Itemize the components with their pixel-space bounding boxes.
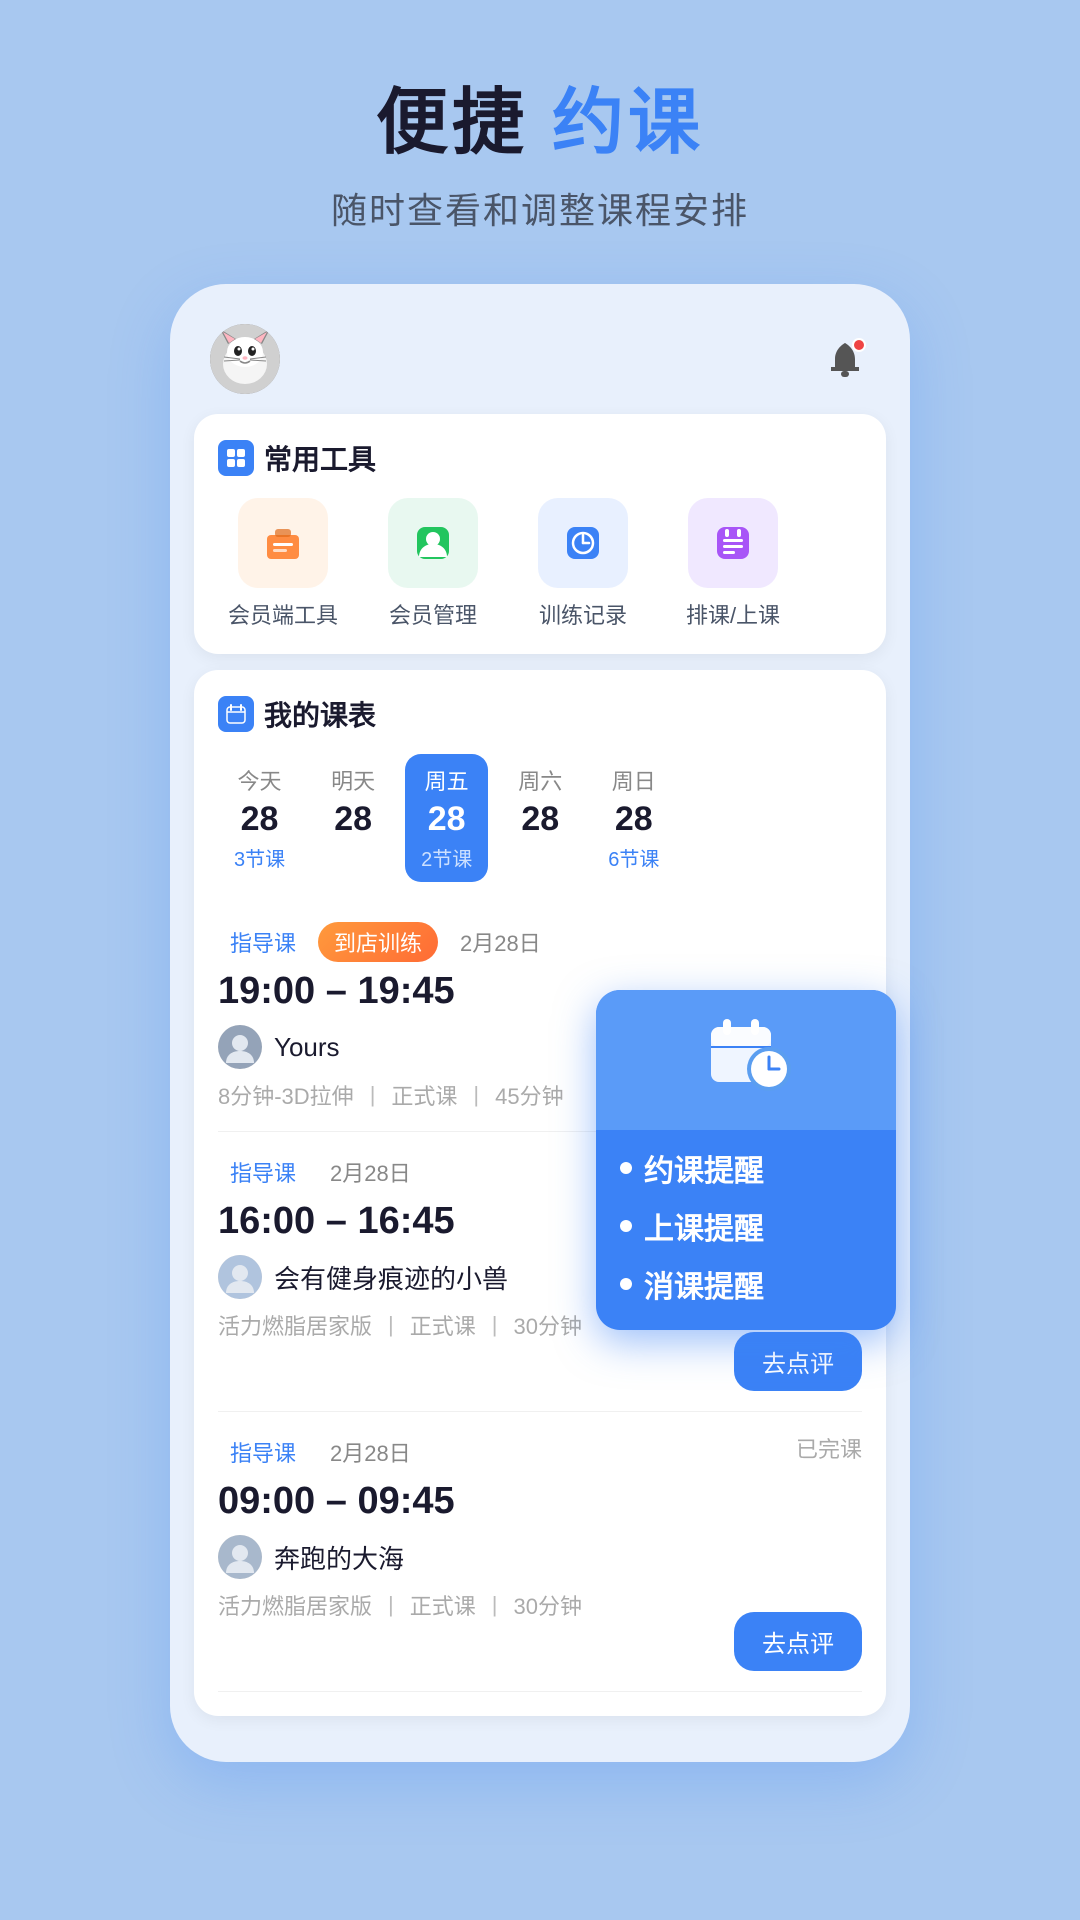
- tools-card: 常用工具 会员端工具: [194, 414, 886, 654]
- reminder-dot-1: [620, 1162, 632, 1174]
- phone-header: [194, 314, 886, 414]
- tool-member-mgmt[interactable]: 会员管理: [368, 498, 498, 630]
- tool-training-record-label: 训练记录: [539, 598, 627, 630]
- schedule-title: 我的课表: [218, 694, 862, 734]
- schedule-card: 我的课表 今天 28 3节课 明天 28 周五 28 2节课 周六 28: [194, 670, 886, 1716]
- reminder-dot-3: [620, 1278, 632, 1290]
- tool-schedule-label: 排课/上课: [686, 598, 780, 630]
- tools-grid: 会员端工具 会员管理: [218, 498, 862, 630]
- class3-date: 2月28日: [318, 1432, 423, 1472]
- page-subtitle: 随时查看和调整课程安排: [331, 182, 749, 234]
- class3-time: 09:00 – 09:45: [218, 1480, 862, 1523]
- tool-training-record[interactable]: 训练记录: [518, 498, 648, 630]
- class2-trainer-avatar: [218, 1255, 262, 1299]
- notification-bell[interactable]: [820, 334, 870, 384]
- reminder-calendar-icon: [701, 1007, 791, 1113]
- reminder-dot-2: [620, 1220, 632, 1232]
- class1-trainer-name: Yours: [274, 1032, 340, 1063]
- day-friday[interactable]: 周五 28 2节课: [405, 754, 488, 882]
- day-today[interactable]: 今天 28 3节课: [218, 754, 301, 882]
- class3-trainer-name: 奔跑的大海: [274, 1539, 404, 1576]
- day-sunday-classes: 6节课: [608, 843, 659, 872]
- reminder-card: 约课提醒 上课提醒 消课提醒: [596, 990, 896, 1330]
- tool-schedule[interactable]: 排课/上课: [668, 498, 798, 630]
- class3-guide-tag: 指导课: [218, 1432, 308, 1472]
- day-today-classes: 3节课: [234, 843, 285, 872]
- class2-guide-tag: 指导课: [218, 1152, 308, 1192]
- day-friday-name: 周五: [425, 764, 469, 796]
- class2-review-btn[interactable]: 去点评: [734, 1332, 862, 1391]
- class1-date: 2月28日: [448, 922, 553, 962]
- day-today-name: 今天: [238, 764, 282, 796]
- page-title: 便捷 约课: [331, 80, 749, 166]
- day-friday-number: 28: [428, 800, 466, 839]
- schedule-days: 今天 28 3节课 明天 28 周五 28 2节课 周六 28 周日 28: [218, 754, 862, 882]
- day-friday-classes: 2节课: [421, 843, 472, 872]
- class3-status: 已完课: [796, 1432, 862, 1464]
- class3-trainer-avatar: [218, 1535, 262, 1579]
- class-item-3: 已完课 指导课 2月28日 09:00 – 09:45 奔跑的大海 活力燃脂居家…: [218, 1412, 862, 1692]
- day-tomorrow-name: 明天: [331, 764, 375, 796]
- tool-member-mgmt-label: 会员管理: [389, 598, 477, 630]
- phone-frame: 常用工具 会员端工具: [170, 284, 910, 1762]
- tools-title: 常用工具: [218, 438, 862, 478]
- day-sunday[interactable]: 周日 28 6节课: [592, 754, 675, 882]
- day-sunday-name: 周日: [612, 764, 656, 796]
- title-accent: 约课: [552, 83, 704, 163]
- class1-trainer-avatar: [218, 1025, 262, 1069]
- header-section: 便捷 约课 随时查看和调整课程安排: [331, 80, 749, 234]
- reminder-item-2: 上课提醒: [620, 1204, 872, 1248]
- class2-trainer-name: 会有健身痕迹的小兽: [274, 1259, 508, 1296]
- reminder-card-header: [596, 990, 896, 1130]
- tool-member-tools[interactable]: 会员端工具: [218, 498, 348, 630]
- day-saturday[interactable]: 周六 28: [500, 754, 580, 882]
- class2-date: 2月28日: [318, 1152, 423, 1192]
- day-tomorrow-number: 28: [334, 800, 372, 839]
- class1-instore-tag: 到店训练: [318, 922, 438, 962]
- title-main: 便捷: [376, 83, 528, 163]
- class1-guide-tag: 指导课: [218, 922, 308, 962]
- day-sunday-number: 28: [615, 800, 653, 839]
- tools-icon: [218, 440, 254, 476]
- class3-review-btn[interactable]: 去点评: [734, 1612, 862, 1671]
- day-tomorrow[interactable]: 明天 28: [313, 754, 393, 882]
- avatar[interactable]: [210, 324, 280, 394]
- day-today-number: 28: [241, 800, 279, 839]
- schedule-icon: [218, 696, 254, 732]
- reminder-item-3: 消课提醒: [620, 1262, 872, 1306]
- tool-member-tools-label: 会员端工具: [228, 598, 338, 630]
- reminder-items-list: 约课提醒 上课提醒 消课提醒: [596, 1130, 896, 1306]
- day-saturday-number: 28: [521, 800, 559, 839]
- day-saturday-name: 周六: [518, 764, 562, 796]
- reminder-item-1: 约课提醒: [620, 1146, 872, 1190]
